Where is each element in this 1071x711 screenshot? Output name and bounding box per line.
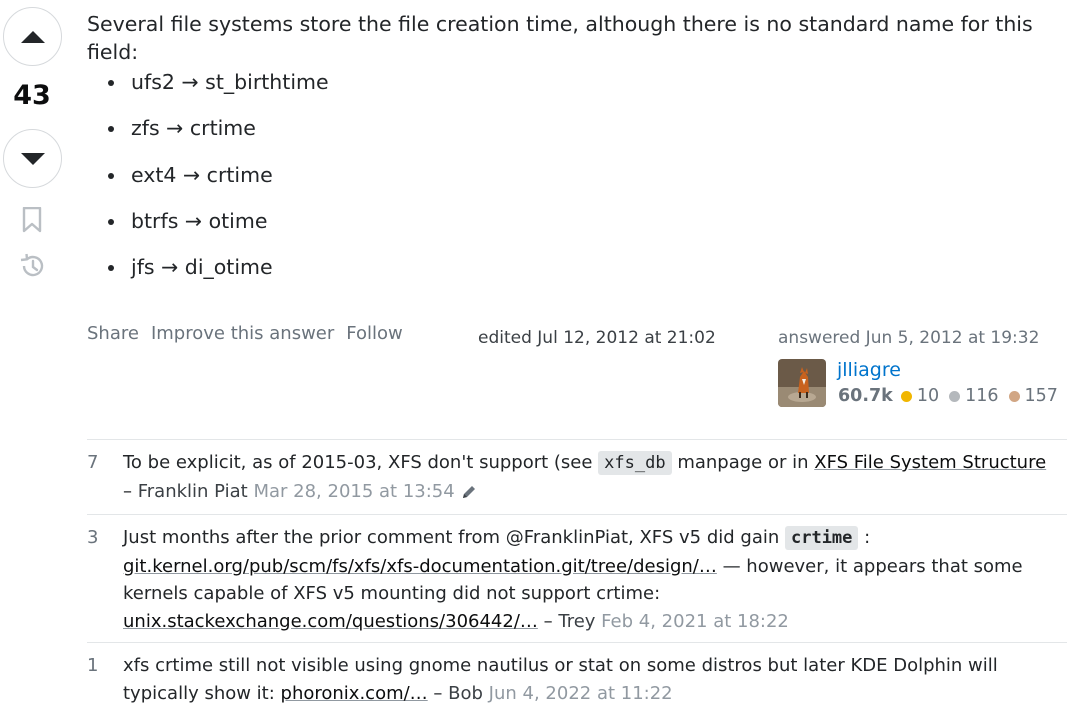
comment-score: 1 (87, 655, 99, 676)
inline-code: crtime (784, 526, 859, 550)
comment-body: xfs crtime still not visible using gnome… (123, 652, 1063, 707)
silver-badge-count: 116 (965, 386, 999, 406)
comment-body: To be explicit, as of 2015-03, XFS don't… (123, 449, 1063, 505)
bronze-badge-count: 157 (1024, 386, 1058, 406)
user-name-link[interactable]: jlliagre (837, 359, 901, 381)
comment: 1 xfs crtime still not visible using gno… (87, 643, 1067, 711)
comment-dash: – (427, 682, 449, 704)
comment-body: Just months after the prior comment from… (123, 524, 1063, 635)
fox-avatar-image (778, 359, 826, 407)
pencil-edit-icon[interactable] (461, 484, 477, 500)
avatar[interactable] (778, 359, 826, 407)
list-item: ufs2 → st_birthtime (108, 68, 329, 114)
comment-text: To be explicit, as of 2015-03, XFS don't… (123, 452, 599, 473)
comment-user-link[interactable]: Bob (448, 683, 483, 704)
vote-count: 43 (13, 80, 51, 111)
bullet-list: ufs2 → st_birthtime zfs → crtime ext4 → … (108, 68, 329, 299)
user-reputation: 60.7k 10 116 157 (838, 386, 1068, 406)
comment-link[interactable]: unix.stackexchange.com/questions/306442/… (123, 611, 538, 632)
share-link[interactable]: Share (87, 323, 139, 344)
comment-text: Just months after the prior comment from… (123, 527, 785, 548)
edited-link[interactable]: edited Jul 12, 2012 at 21:02 (478, 328, 716, 348)
comment-date[interactable]: Feb 4, 2021 at 18:22 (601, 611, 789, 632)
inline-code: xfs_db (598, 451, 672, 475)
bronze-badge-icon (1008, 390, 1020, 402)
comment-link[interactable]: phoronix.com/… (281, 683, 428, 704)
comment-score: 3 (87, 527, 99, 548)
edited-timestamp[interactable]: edited Jul 12, 2012 at 21:02 (478, 328, 716, 348)
improve-answer-link[interactable]: Improve this answer (151, 323, 334, 344)
comment-user-link[interactable]: Trey (558, 611, 595, 632)
reputation-score: 60.7k (838, 386, 893, 406)
comment: 3 Just months after the prior comment fr… (87, 515, 1067, 642)
comment-link[interactable]: git.kernel.org/pub/scm/fs/xfs/xfs-docume… (123, 556, 717, 577)
list-item: zfs → crtime (108, 114, 329, 160)
answer-intro: Several file systems store the file crea… (87, 12, 1033, 64)
arrow-up-icon (20, 30, 45, 43)
bookmark-icon[interactable] (22, 207, 42, 233)
list-item: jfs → di_otime (108, 253, 329, 299)
silver-badge-icon (949, 390, 961, 402)
comment-date[interactable]: Jun 4, 2022 at 11:22 (489, 683, 673, 704)
list-item: btrfs → otime (108, 207, 329, 253)
comment-dash: – (123, 480, 138, 502)
post-menu: Share Improve this answer Follow (87, 323, 403, 344)
comment-dash: – (537, 610, 559, 632)
gold-badge-icon (900, 390, 912, 402)
list-item: ext4 → crtime (108, 161, 329, 207)
comments-section: 7 To be explicit, as of 2015-03, XFS don… (87, 439, 1067, 711)
comment-user-link[interactable]: Franklin Piat (138, 481, 248, 502)
history-icon[interactable] (18, 252, 46, 280)
comment-score: 7 (87, 452, 99, 473)
comment-date[interactable]: Mar 28, 2015 at 13:54 (253, 481, 454, 502)
downvote-button[interactable] (3, 129, 62, 188)
gold-badge-count: 10 (916, 386, 940, 406)
answered-timestamp: answered Jun 5, 2012 at 19:32 (778, 328, 1040, 348)
comment-text: manpage or in (671, 452, 815, 473)
comment-link[interactable]: XFS File System Structure (814, 452, 1046, 473)
upvote-button[interactable] (3, 7, 62, 66)
follow-link[interactable]: Follow (346, 323, 402, 344)
comment-text: : (858, 527, 871, 548)
comment: 7 To be explicit, as of 2015-03, XFS don… (87, 440, 1067, 514)
arrow-down-icon (20, 152, 45, 165)
